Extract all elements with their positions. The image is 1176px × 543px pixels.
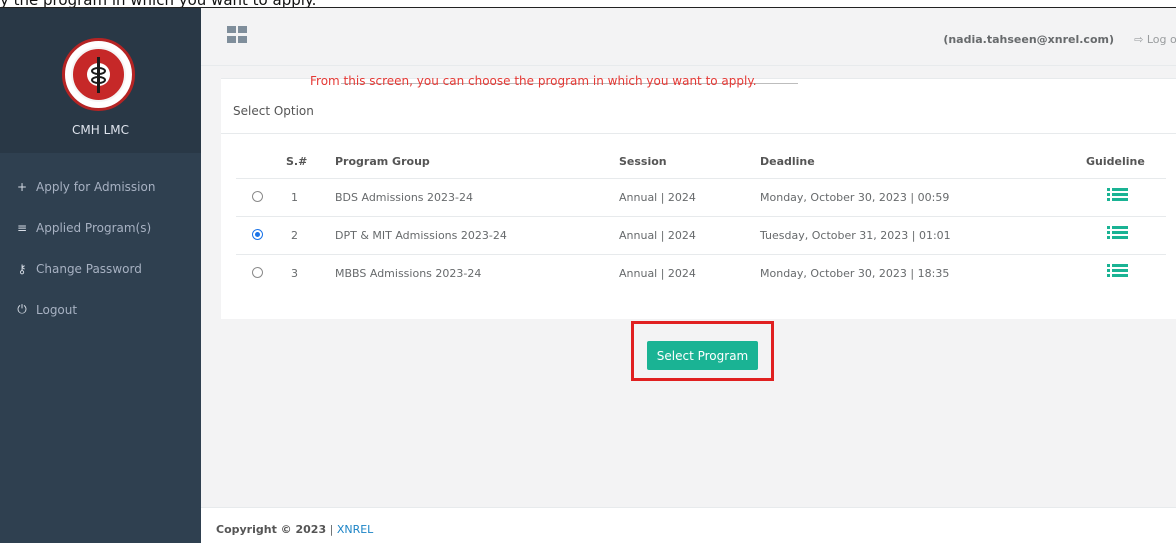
select-program-button[interactable]: Select Program	[647, 341, 758, 370]
program-radio-3[interactable]	[252, 267, 263, 278]
power-icon: ⏻	[17, 302, 27, 316]
footer-copyright: Copyright © 2023 | XNREL	[216, 523, 373, 536]
guideline-list-icon[interactable]	[1107, 187, 1128, 205]
sidebar-nav: + Apply for Admission ≡ Applied Program(…	[0, 166, 201, 330]
guideline-list-icon[interactable]	[1107, 225, 1128, 243]
footer-separator: |	[326, 523, 337, 536]
sidebar-item-applied-programs[interactable]: ≡ Applied Program(s)	[0, 207, 201, 248]
select-option-panel: Select Option S.# Program Group Session …	[221, 78, 1176, 319]
list-icon: ≡	[16, 220, 28, 235]
column-header-deadline: Deadline	[760, 155, 815, 168]
row-session: Annual | 2024	[619, 191, 696, 204]
sidebar-item-label: Applied Program(s)	[36, 220, 152, 235]
row-session: Annual | 2024	[619, 229, 696, 242]
logout-icon: ⇨	[1134, 33, 1144, 46]
copyright-text: Copyright © 2023	[216, 523, 327, 536]
menu-grid-icon[interactable]	[227, 26, 248, 44]
user-email: (nadia.tahseen@xnrel.com)	[943, 33, 1114, 46]
sidebar-item-change-password[interactable]: ⚷ Change Password	[0, 248, 201, 289]
column-header-program-group: Program Group	[335, 155, 430, 168]
row-sno: 3	[291, 267, 298, 280]
row-deadline: Tuesday, October 31, 2023 | 01:01	[760, 229, 951, 242]
program-radio-2[interactable]	[252, 229, 263, 240]
top-header: (nadia.tahseen@xnrel.com) ⇨ Log out	[201, 8, 1176, 66]
sidebar-item-label: Logout	[36, 302, 78, 317]
program-radio-1[interactable]	[252, 191, 263, 202]
sidebar-item-apply-for-admission[interactable]: + Apply for Admission	[0, 166, 201, 207]
footer: Copyright © 2023 | XNREL	[201, 507, 1176, 543]
row-sno: 1	[291, 191, 298, 204]
row-session: Annual | 2024	[619, 267, 696, 280]
row-deadline: Monday, October 30, 2023 | 18:35	[760, 267, 950, 280]
logo-coil	[91, 76, 106, 84]
plus-icon: +	[16, 179, 28, 194]
panel-divider	[221, 133, 1176, 134]
footer-company-link[interactable]: XNREL	[337, 523, 374, 536]
logo-coil	[91, 67, 106, 75]
header-logout-link[interactable]: ⇨ Log out	[1134, 33, 1176, 46]
guideline-list-icon[interactable]	[1107, 263, 1128, 281]
row-sno: 2	[291, 229, 298, 242]
column-header-guideline: Guideline	[1086, 155, 1145, 168]
sidebar-item-logout[interactable]: ⏻ Logout	[0, 289, 201, 330]
row-deadline: Monday, October 30, 2023 | 00:59	[760, 191, 950, 204]
panel-title: Select Option	[233, 104, 314, 118]
table-row: 1 BDS Admissions 2023-24 Annual | 2024 M…	[236, 178, 1166, 216]
column-header-session: Session	[619, 155, 667, 168]
table-row: 2 DPT & MIT Admissions 2023-24 Annual | …	[236, 216, 1166, 254]
key-icon: ⚷	[17, 261, 27, 276]
sidebar-item-label: Apply for Admission	[36, 179, 156, 194]
row-program: DPT & MIT Admissions 2023-24	[335, 229, 507, 242]
main-content: (nadia.tahseen@xnrel.com) ⇨ Log out Sele…	[201, 8, 1176, 543]
logo-seal	[71, 47, 126, 102]
column-header-sno: S.#	[286, 155, 308, 168]
header-logout-label: Log out	[1146, 33, 1176, 46]
college-logo	[62, 38, 135, 111]
caduceus-icon	[97, 57, 100, 93]
row-program: BDS Admissions 2023-24	[335, 191, 473, 204]
brand-header: CMH LMC	[0, 8, 201, 153]
sidebar: CMH LMC + Apply for Admission ≡ Applied …	[0, 8, 201, 543]
sidebar-item-label: Change Password	[36, 261, 142, 276]
table-row: 3 MBBS Admissions 2023-24 Annual | 2024 …	[236, 254, 1166, 292]
row-program: MBBS Admissions 2023-24	[335, 267, 482, 280]
annotation-instruction: From this screen, you can choose the pro…	[310, 74, 757, 88]
brand-name: CMH LMC	[72, 123, 129, 137]
